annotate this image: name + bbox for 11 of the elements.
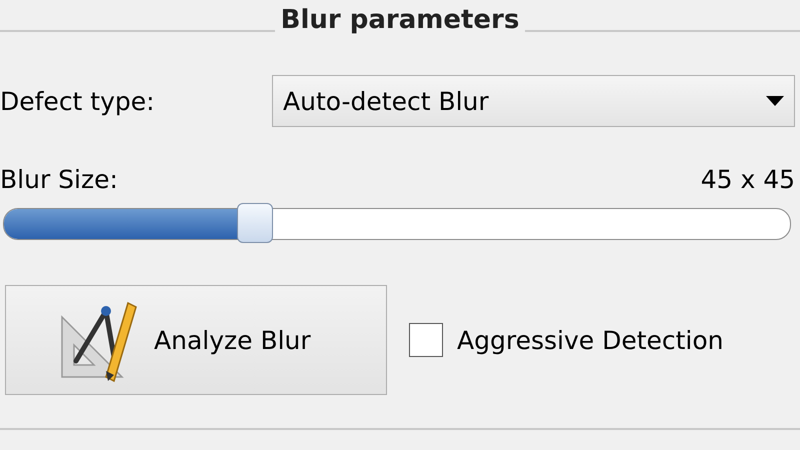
defect-type-dropdown[interactable]: Auto-detect Blur xyxy=(272,75,795,127)
slider-thumb[interactable] xyxy=(237,203,274,243)
slider-track[interactable] xyxy=(3,208,791,240)
aggressive-detection-checkbox[interactable] xyxy=(409,323,443,357)
defect-type-label: Defect type: xyxy=(0,86,156,116)
analyze-blur-button[interactable]: Analyze Blur xyxy=(5,285,387,395)
blur-size-value: 45 x 45 xyxy=(700,164,795,194)
aggressive-detection-label: Aggressive Detection xyxy=(457,326,724,354)
group-title: Blur parameters xyxy=(274,5,526,35)
dropdown-arrow-icon xyxy=(766,96,784,106)
blur-size-label: Blur Size: xyxy=(0,164,118,194)
